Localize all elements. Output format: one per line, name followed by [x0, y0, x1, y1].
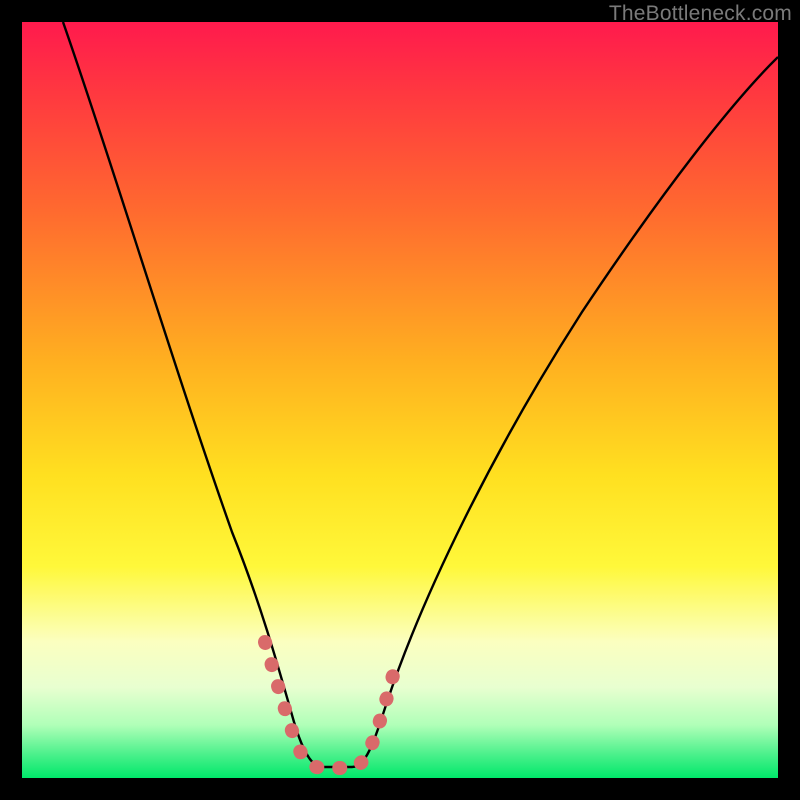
chart-area: [22, 22, 778, 778]
curve-layer: [22, 22, 778, 778]
watermark-text: TheBottleneck.com: [609, 2, 792, 26]
highlight-segment-path: [265, 642, 396, 768]
bottleneck-curve-path: [63, 22, 778, 767]
